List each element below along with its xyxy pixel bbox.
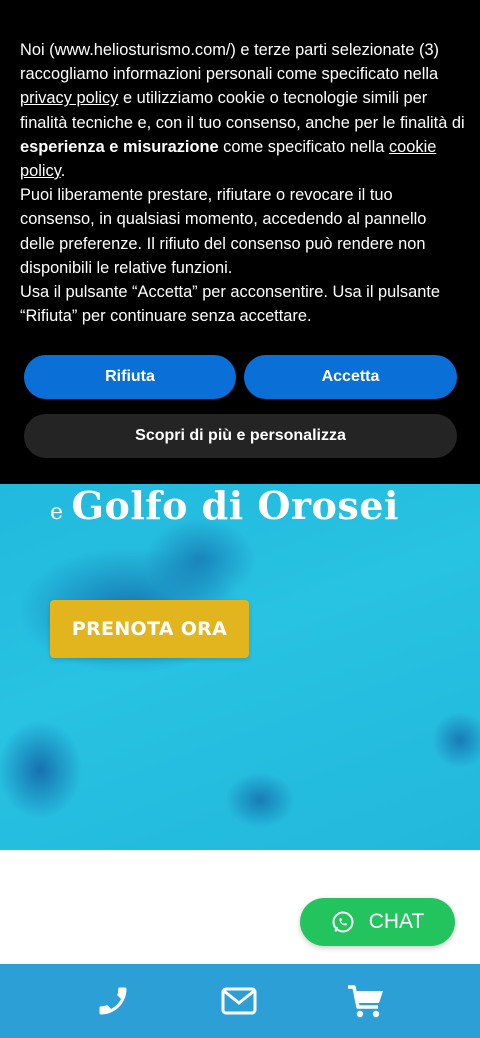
accept-button[interactable]: Accetta bbox=[244, 355, 457, 399]
chat-button[interactable]: CHAT bbox=[300, 898, 455, 946]
cart-icon[interactable] bbox=[346, 982, 386, 1020]
hero-title-prefix: e bbox=[50, 500, 64, 525]
cookie-banner: Noi (www.heliosturismo.com/) e terze par… bbox=[0, 0, 480, 484]
learn-more-customize-button[interactable]: Scopri di più e personalizza bbox=[24, 414, 457, 458]
mail-icon[interactable] bbox=[219, 982, 259, 1020]
hero-title-text: Golfo di Orosei bbox=[71, 483, 399, 528]
cookie-banner-text: Noi (www.heliosturismo.com/) e terze par… bbox=[20, 38, 465, 328]
phone-icon[interactable] bbox=[93, 982, 133, 1020]
book-now-button[interactable]: PRENOTA ORA bbox=[50, 600, 249, 658]
cookie-paragraph-2: Puoi liberamente prestare, rifiutare o r… bbox=[20, 186, 427, 277]
cookie-paragraph-1: Noi (www.heliosturismo.com/) e terze par… bbox=[20, 41, 465, 181]
privacy-policy-link[interactable]: privacy policy bbox=[20, 89, 118, 107]
bottom-bar bbox=[0, 964, 480, 1038]
chat-label: CHAT bbox=[368, 910, 425, 933]
reject-button[interactable]: Rifiuta bbox=[24, 355, 236, 399]
hero-title: e Golfo di Orosei bbox=[50, 483, 399, 528]
whatsapp-icon bbox=[332, 911, 354, 933]
cookie-paragraph-3: Usa il pulsante “Accetta” per acconsenti… bbox=[20, 283, 440, 326]
